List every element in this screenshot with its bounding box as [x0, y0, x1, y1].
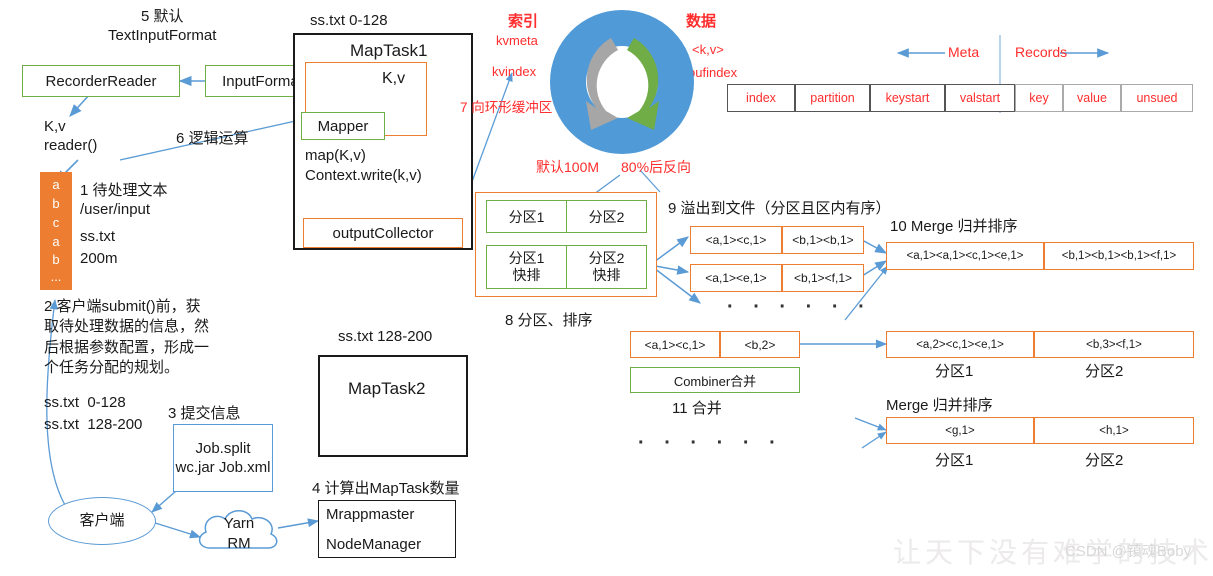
mapper-box[interactable]: Mapper [301, 112, 385, 140]
meta-cell-valstart: valstart [945, 84, 1015, 112]
input-file-size: 200m [80, 250, 118, 267]
spill-file1-p1: <a,1><c,1> [690, 226, 782, 254]
buffer-index-title: 索引 [508, 13, 539, 30]
result1-caption-1: 分区1 [935, 363, 974, 380]
yarn-label: Yarn RM [223, 515, 255, 552]
input-file-name: ss.txt [80, 228, 116, 245]
combiner-input-p2: <b,2> [720, 331, 800, 358]
result2-caption-1: 分区1 [935, 452, 974, 469]
circular-buffer-icon [550, 10, 694, 154]
step8-label: 8 分区、排序 [505, 312, 593, 329]
step11-label: 11 合并 [672, 400, 722, 417]
yarn-cloud[interactable]: Yarn RM [192, 502, 284, 558]
kv-reader-label: K,v reader() [44, 118, 98, 154]
merge-box-p2: <b,1><b,1><b,1><f,1> [1044, 242, 1194, 270]
job-files-box[interactable]: Job.split wc.jar Job.xml [173, 424, 273, 492]
input-file-block: a b c a b ... [40, 172, 72, 290]
map-calls-label: map(K,v) Context.write(k,v) [305, 147, 422, 185]
result2-title: Merge 归并排序 [886, 397, 993, 414]
maptask1-kv-label: K,v [382, 70, 406, 87]
step4-label: 4 计算出MapTask数量 [312, 480, 460, 497]
watermark-credit: CSDN @镇魂Boby [1065, 543, 1192, 560]
maptask2-title: MapTask2 [348, 379, 426, 398]
kvindex-label: kvindex [492, 64, 537, 79]
step3-label: 3 提交信息 [168, 405, 241, 422]
kvmeta-label: kvmeta [496, 33, 538, 48]
result1-caption-2: 分区2 [1085, 363, 1124, 380]
step1-label: 1 待处理文本 /user/input [80, 182, 168, 218]
step10-label: 10 Merge 归并排序 [890, 218, 1018, 235]
buffer-default-size: 默认100M [536, 159, 600, 175]
spill-ellipsis: · · · · · · [727, 296, 872, 318]
output-collector-box[interactable]: outputCollector [303, 218, 463, 248]
maptask2-box[interactable] [318, 355, 468, 457]
record-cell-unsued: unsued [1121, 84, 1193, 112]
result2-p2: <h,1> [1034, 417, 1194, 444]
diagram-canvas: 5 默认 TextInputFormat RecorderReader Inpu… [0, 0, 1213, 576]
step5-label: 5 默认 TextInputFormat [108, 8, 217, 44]
file-letter: ... [50, 269, 62, 285]
spill-file2-p1: <a,1><e,1> [690, 264, 782, 292]
split2-label: ss.txt 128-200 [44, 416, 143, 433]
combiner-box[interactable]: Combiner合并 [630, 367, 800, 393]
file-letter: b [52, 252, 60, 268]
meta-cell-keystart: keystart [870, 84, 945, 112]
partition-box-1: 分区1 [486, 200, 567, 233]
combiner-ellipsis: · · · · · · [638, 432, 783, 454]
result1-p2: <b,3><f,1> [1034, 331, 1194, 358]
file-letter: c [52, 214, 60, 230]
buffer-kv-label: <k,v> [692, 42, 724, 57]
recorder-reader-box[interactable]: RecorderReader [22, 65, 180, 97]
meta-direction-label: Meta [948, 44, 980, 60]
maptask1-title: MapTask1 [350, 41, 428, 60]
buffer-spill-threshold: 80%后反向 [621, 159, 692, 175]
maptask1-split-label: ss.txt 0-128 [310, 12, 388, 29]
client-ellipse[interactable]: 客户端 [48, 497, 156, 545]
merge-box-p1: <a,1><a,1><c,1><e,1> [886, 242, 1044, 270]
client-label: 客户端 [79, 511, 125, 529]
result1-p1: <a,2><c,1><e,1> [886, 331, 1034, 358]
result2-caption-2: 分区2 [1085, 452, 1124, 469]
step9-label: 9 溢出到文件（分区且区内有序） [668, 200, 891, 217]
mrappmaster-label: Mrappmaster [326, 506, 415, 523]
result2-p1: <g,1> [886, 417, 1034, 444]
partition-sort-box-1: 分区1 快排 [486, 245, 567, 289]
partition-box-2: 分区2 [566, 200, 647, 233]
record-cell-key: key [1015, 84, 1063, 112]
file-letter: b [52, 195, 60, 211]
split1-label: ss.txt 0-128 [44, 394, 126, 411]
file-letter: a [52, 177, 60, 192]
nodemanager-label: NodeManager [326, 536, 422, 553]
step2-label: 2 客户端submit()前，获 取待处理数据的信息，然 后根据参数配置，形成一… [44, 298, 210, 376]
spill-file2-p2: <b,1><f,1> [782, 264, 864, 292]
meta-cell-index: index [727, 84, 795, 112]
records-direction-label: Records [1015, 44, 1068, 60]
partition-sort-box-2: 分区2 快排 [566, 245, 647, 289]
maptask2-split-label: ss.txt 128-200 [338, 328, 433, 345]
step6-label: 6 逻辑运算 [176, 130, 249, 147]
meta-cell-partition: partition [795, 84, 870, 112]
spill-file1-p2: <b,1><b,1> [782, 226, 864, 254]
file-letter: a [52, 233, 60, 249]
combiner-input-p1: <a,1><c,1> [630, 331, 720, 358]
record-cell-value: value [1063, 84, 1121, 112]
